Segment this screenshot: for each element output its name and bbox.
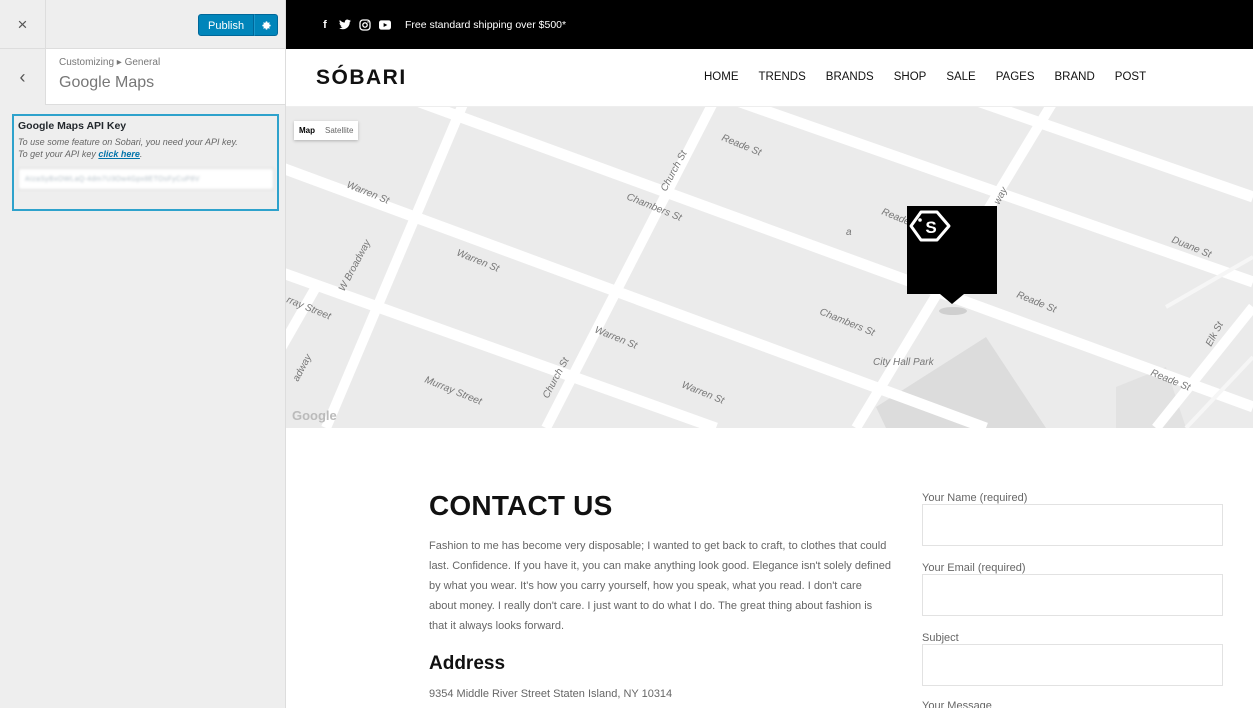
- subject-field[interactable]: [922, 644, 1223, 686]
- section-title: Google Maps: [59, 74, 155, 91]
- map-marker-icon[interactable]: S: [907, 206, 997, 304]
- facebook-icon[interactable]: f: [319, 19, 331, 31]
- gear-icon[interactable]: [254, 14, 279, 36]
- api-key-input[interactable]: AIzaSyBxOWLaQ-4dm7U3Ow4Gpx8ETOsFyCuP8V: [18, 168, 274, 190]
- nav-sale[interactable]: SALE: [946, 71, 975, 83]
- publish-button-group: Publish: [198, 14, 279, 36]
- click-here-link[interactable]: click here: [98, 149, 140, 159]
- api-key-control: Google Maps API Key To use some feature …: [12, 114, 279, 211]
- nav-pages[interactable]: PAGES: [996, 71, 1035, 83]
- api-key-description: To use some feature on Sobari, you need …: [18, 136, 273, 160]
- api-key-description-prefix: To get your API key: [18, 149, 99, 159]
- address-text: 9354 Middle River Street Staten Island, …: [429, 688, 673, 700]
- map-streets: Warren St W Broadway Warren St Church St…: [286, 107, 1253, 428]
- section-header: ‹ Customizing ▸ General Google Maps: [0, 49, 285, 105]
- site-header: SÓBARI HOME TRENDS BRANDS SHOP SALE PAGE…: [286, 49, 1253, 107]
- customizer-header: × Publish: [0, 0, 285, 49]
- contact-title: CONTACT US: [429, 490, 613, 521]
- google-map[interactable]: Warren St W Broadway Warren St Church St…: [286, 107, 1253, 428]
- name-field[interactable]: [922, 504, 1223, 546]
- social-icons: f: [319, 19, 391, 31]
- main-nav: HOME TRENDS BRANDS SHOP SALE PAGES BRAND…: [704, 71, 1146, 83]
- map-type-map[interactable]: Map: [294, 121, 320, 140]
- map-type-satellite[interactable]: Satellite: [320, 121, 358, 140]
- contact-body: Fashion to me has become very disposable…: [429, 540, 891, 632]
- api-key-description-line1: To use some feature on Sobari, you need …: [18, 137, 238, 147]
- youtube-icon[interactable]: [379, 19, 391, 31]
- customizer-sidebar: × Publish ‹ Customizing ▸ General Google…: [0, 0, 286, 708]
- site-logo[interactable]: SÓBARI: [316, 66, 407, 90]
- nav-brand[interactable]: BRAND: [1055, 71, 1095, 83]
- svg-text:a: a: [846, 227, 852, 238]
- back-icon[interactable]: ‹: [0, 49, 46, 105]
- breadcrumb: Customizing ▸ General: [59, 57, 161, 68]
- top-bar: f Free standard shipping over $500*: [286, 0, 1253, 49]
- site-preview: f Free standard shipping over $500* SÓBA…: [286, 0, 1253, 708]
- shipping-notice: Free standard shipping over $500*: [405, 18, 567, 31]
- svg-text:S: S: [925, 218, 936, 237]
- name-label: Your Name (required): [922, 492, 1028, 504]
- nav-shop[interactable]: SHOP: [894, 71, 927, 83]
- svg-text:City Hall Park: City Hall Park: [873, 357, 935, 368]
- publish-button[interactable]: Publish: [198, 14, 255, 36]
- close-icon[interactable]: ×: [0, 0, 46, 49]
- google-attribution: Google: [292, 408, 337, 423]
- api-key-label: Google Maps API Key: [18, 120, 127, 132]
- nav-brands[interactable]: BRANDS: [826, 71, 874, 83]
- message-label: Your Message: [922, 700, 992, 708]
- subject-label: Subject: [922, 632, 959, 644]
- email-field[interactable]: [922, 574, 1223, 616]
- instagram-icon[interactable]: [359, 18, 371, 31]
- map-type-control: Map Satellite: [294, 121, 359, 140]
- twitter-icon[interactable]: [339, 19, 351, 31]
- nav-home[interactable]: HOME: [704, 71, 739, 83]
- nav-trends[interactable]: TRENDS: [759, 71, 806, 83]
- api-key-description-suffix: .: [139, 149, 143, 159]
- address-title: Address: [429, 653, 506, 674]
- nav-post[interactable]: POST: [1115, 71, 1146, 83]
- email-label: Your Email (required): [922, 562, 1026, 574]
